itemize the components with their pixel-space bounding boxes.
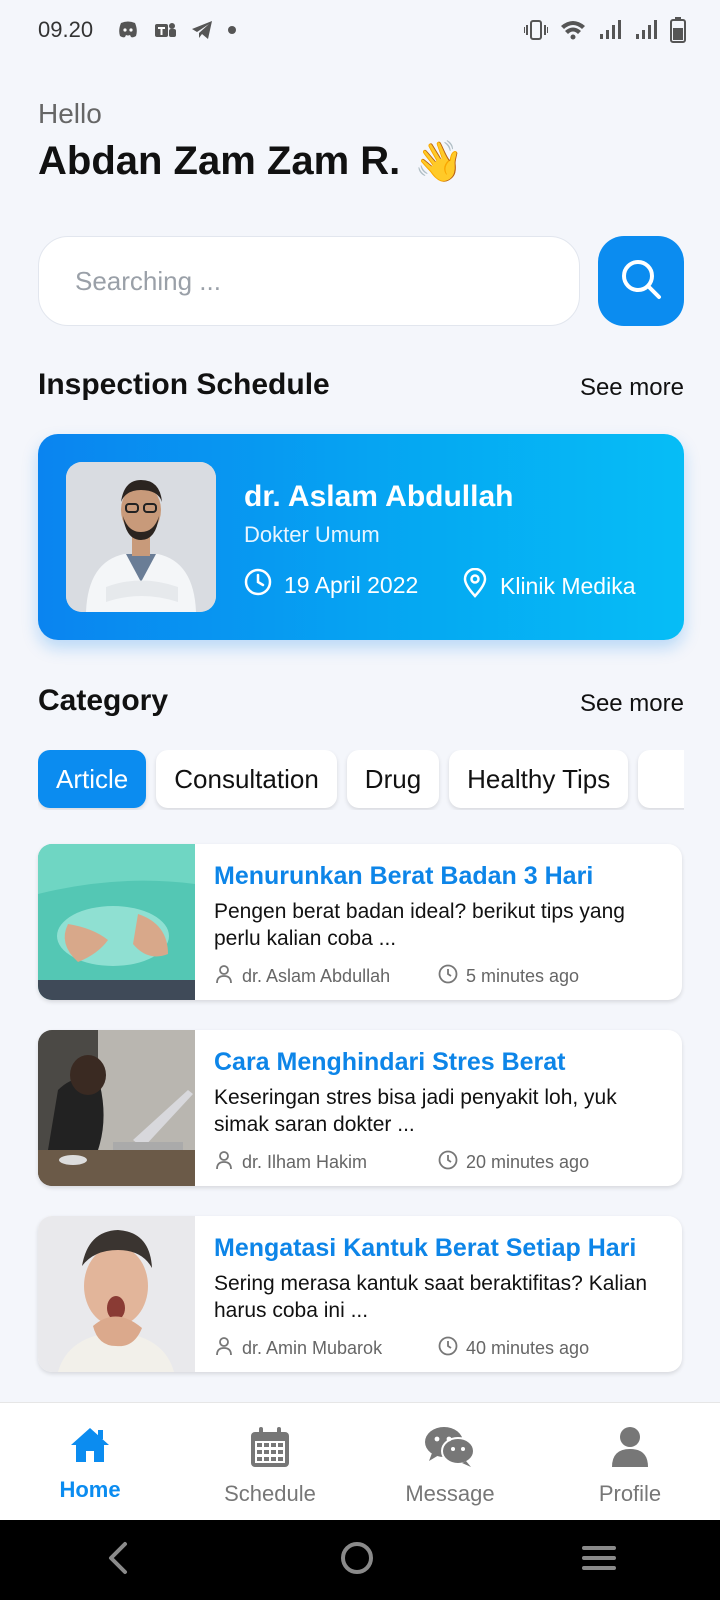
calendar-icon	[248, 1425, 292, 1475]
article-time-text: 40 minutes ago	[466, 1338, 590, 1358]
nav-home[interactable]: Home	[0, 1403, 180, 1520]
bottom-nav: Home Schedule Message Profile	[0, 1402, 720, 1520]
user-outline-icon	[214, 1336, 234, 1361]
back-icon[interactable]	[103, 1540, 133, 1581]
user-icon	[610, 1425, 650, 1475]
nav-message-label: Message	[405, 1481, 495, 1506]
inspection-schedule-title: Inspection Schedule	[38, 368, 330, 401]
nav-home-label: Home	[59, 1477, 121, 1502]
article-author-name: dr. Ilham Hakim	[242, 1152, 368, 1172]
chat-icon	[424, 1425, 476, 1475]
article-description: Sering merasa kantuk saat beraktifitas? …	[214, 1272, 648, 1322]
article-thumbnail	[38, 844, 195, 1000]
user-name-heading: Abdan Zam Zam R. 👋	[38, 138, 464, 185]
article-thumbnail	[38, 1030, 195, 1186]
battery-icon	[670, 17, 686, 43]
home-circle-icon[interactable]	[339, 1540, 375, 1581]
signal-icon	[634, 19, 658, 41]
chip-drug[interactable]: Drug	[346, 750, 440, 808]
article-author: dr. Ilham Hakim	[214, 1150, 367, 1175]
chip-more[interactable]	[638, 750, 684, 808]
location-pin-icon	[462, 567, 488, 604]
article-title: Menurunkan Berat Badan 3 Hari	[214, 862, 594, 890]
status-right	[524, 17, 686, 43]
nav-message[interactable]: Message	[360, 1403, 540, 1520]
greeting-hello: Hello	[38, 98, 102, 129]
article-time: 5 minutes ago	[438, 964, 579, 989]
article-card[interactable]: Menurunkan Berat Badan 3 Hari Pengen ber…	[38, 844, 682, 1000]
article-author-name: dr. Aslam Abdullah	[242, 966, 391, 986]
status-left: 09.20	[38, 17, 237, 43]
schedule-location: Klinik Medika	[462, 567, 636, 604]
inspection-see-more-link[interactable]: See more	[580, 374, 684, 402]
doctor-photo	[66, 462, 216, 612]
chip-healthy-tips[interactable]: Healthy Tips	[449, 750, 629, 808]
schedule-location-text: Klinik Medika	[500, 572, 636, 599]
search-icon	[618, 256, 664, 307]
search-button[interactable]	[598, 236, 684, 326]
article-description: Keseringan stres bisa jadi penyakit loh,…	[214, 1086, 617, 1136]
nav-profile-label: Profile	[598, 1481, 662, 1506]
nav-schedule-label: Schedule	[224, 1481, 316, 1506]
waving-hand-icon: 👋	[414, 140, 465, 184]
search-box[interactable]	[38, 236, 580, 326]
article-time-text: 5 minutes ago	[466, 966, 580, 986]
schedule-card[interactable]: dr. Aslam Abdullah Dokter Umum 19 April …	[38, 434, 684, 640]
user-outline-icon	[214, 1150, 234, 1175]
clock-icon	[438, 1150, 458, 1175]
article-card[interactable]: Mengatasi Kantuk Berat Setiap Hari Serin…	[38, 1216, 682, 1372]
category-chips: Article Consultation Drug Healthy Tips	[38, 750, 684, 810]
doctor-specialty: Dokter Umum	[244, 522, 380, 547]
article-author: dr. Aslam Abdullah	[214, 964, 390, 989]
telegram-icon	[191, 20, 213, 40]
article-title: Cara Menghindari Stres Berat	[214, 1048, 566, 1076]
article-title: Mengatasi Kantuk Berat Setiap Hari	[214, 1234, 637, 1262]
article-description: Pengen berat badan ideal? berikut tips y…	[214, 900, 625, 950]
dot-icon	[227, 25, 237, 35]
search-input[interactable]	[75, 265, 543, 297]
chip-consultation[interactable]: Consultation	[156, 750, 337, 808]
vibrate-icon	[524, 19, 548, 41]
teams-icon	[153, 20, 177, 40]
category-title: Category	[38, 684, 169, 717]
signal-icon	[598, 19, 622, 41]
status-bar: 09.20	[0, 0, 720, 60]
discord-icon	[117, 20, 139, 40]
menu-icon[interactable]	[581, 1543, 617, 1578]
clock-icon	[438, 1336, 458, 1361]
wifi-icon	[560, 19, 586, 41]
article-time-text: 20 minutes ago	[466, 1152, 590, 1172]
chip-article[interactable]: Article	[38, 750, 147, 808]
user-outline-icon	[214, 964, 234, 989]
nav-profile[interactable]: Profile	[540, 1403, 720, 1520]
clock-icon	[438, 964, 458, 989]
clock-icon	[244, 568, 272, 602]
article-thumbnail	[38, 1216, 195, 1372]
category-see-more-link[interactable]: See more	[580, 690, 684, 718]
schedule-date-text: 19 April 2022	[284, 571, 419, 598]
status-time: 09.20	[38, 17, 94, 42]
nav-schedule[interactable]: Schedule	[180, 1403, 360, 1520]
article-author: dr. Amin Mubarok	[214, 1336, 382, 1361]
home-icon	[68, 1425, 112, 1471]
user-name: Abdan Zam Zam R.	[38, 139, 401, 183]
system-navigation-bar	[0, 1520, 720, 1600]
article-time: 20 minutes ago	[438, 1150, 589, 1175]
article-card[interactable]: Cara Menghindari Stres Berat Keseringan …	[38, 1030, 682, 1186]
doctor-name: dr. Aslam Abdullah	[244, 480, 514, 513]
schedule-date: 19 April 2022	[244, 568, 418, 602]
article-time: 40 minutes ago	[438, 1336, 589, 1361]
article-author-name: dr. Amin Mubarok	[242, 1338, 383, 1358]
